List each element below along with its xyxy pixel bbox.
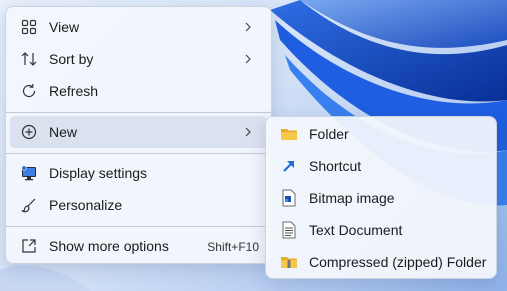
- submenu-item-label: Bitmap image: [309, 190, 395, 206]
- menu-item-personalize[interactable]: Personalize: [10, 189, 267, 221]
- menu-separator: [6, 226, 271, 227]
- menu-item-label: New: [49, 124, 78, 140]
- submenu-item-label: Compressed (zipped) Folder: [309, 254, 487, 270]
- submenu-item-shortcut[interactable]: Shortcut: [270, 150, 492, 182]
- submenu-item-bitmap-image[interactable]: Bitmap image: [270, 182, 492, 214]
- expand-icon: [20, 237, 38, 255]
- brush-icon: [20, 196, 38, 214]
- submenu-item-text-document[interactable]: Text Document: [270, 214, 492, 246]
- grid-icon: [20, 18, 38, 36]
- submenu-item-label: Text Document: [309, 222, 403, 238]
- text-document-icon: [280, 221, 298, 239]
- menu-item-label: View: [49, 19, 80, 35]
- refresh-icon: [20, 82, 38, 100]
- keyboard-shortcut: Shift+F10: [207, 240, 259, 254]
- menu-item-new[interactable]: New: [10, 116, 267, 148]
- submenu-item-label: Folder: [309, 126, 349, 142]
- submenu-item-compressed-folder[interactable]: Compressed (zipped) Folder: [270, 246, 492, 278]
- new-submenu: Folder Shortcut Bitmap image Text Docume…: [265, 116, 497, 279]
- menu-separator: [6, 153, 271, 154]
- folder-icon: [280, 125, 298, 143]
- menu-item-display-settings[interactable]: Display settings: [10, 157, 267, 189]
- menu-separator: [6, 112, 271, 113]
- zip-folder-icon: [280, 253, 298, 271]
- menu-item-view[interactable]: View: [10, 11, 267, 43]
- menu-item-label: Refresh: [49, 83, 99, 99]
- sort-arrows-icon: [20, 50, 38, 68]
- desktop-context-menu: View Sort by Refresh New Display setting…: [5, 6, 272, 264]
- menu-item-label: Sort by: [49, 51, 94, 67]
- chevron-right-icon: [242, 20, 254, 34]
- chevron-right-icon: [242, 125, 254, 139]
- plus-circle-icon: [20, 123, 38, 141]
- submenu-item-label: Shortcut: [309, 158, 362, 174]
- submenu-item-folder[interactable]: Folder: [270, 118, 492, 150]
- display-icon: [20, 164, 38, 182]
- shortcut-icon: [280, 157, 298, 175]
- menu-item-sort-by[interactable]: Sort by: [10, 43, 267, 75]
- menu-item-refresh[interactable]: Refresh: [10, 75, 267, 107]
- chevron-right-icon: [242, 52, 254, 66]
- bitmap-icon: [280, 189, 298, 207]
- menu-item-label: Show more options: [49, 238, 169, 254]
- menu-item-label: Personalize: [49, 197, 123, 213]
- menu-item-label: Display settings: [49, 165, 148, 181]
- menu-item-show-more-options[interactable]: Show more options Shift+F10: [10, 230, 267, 262]
